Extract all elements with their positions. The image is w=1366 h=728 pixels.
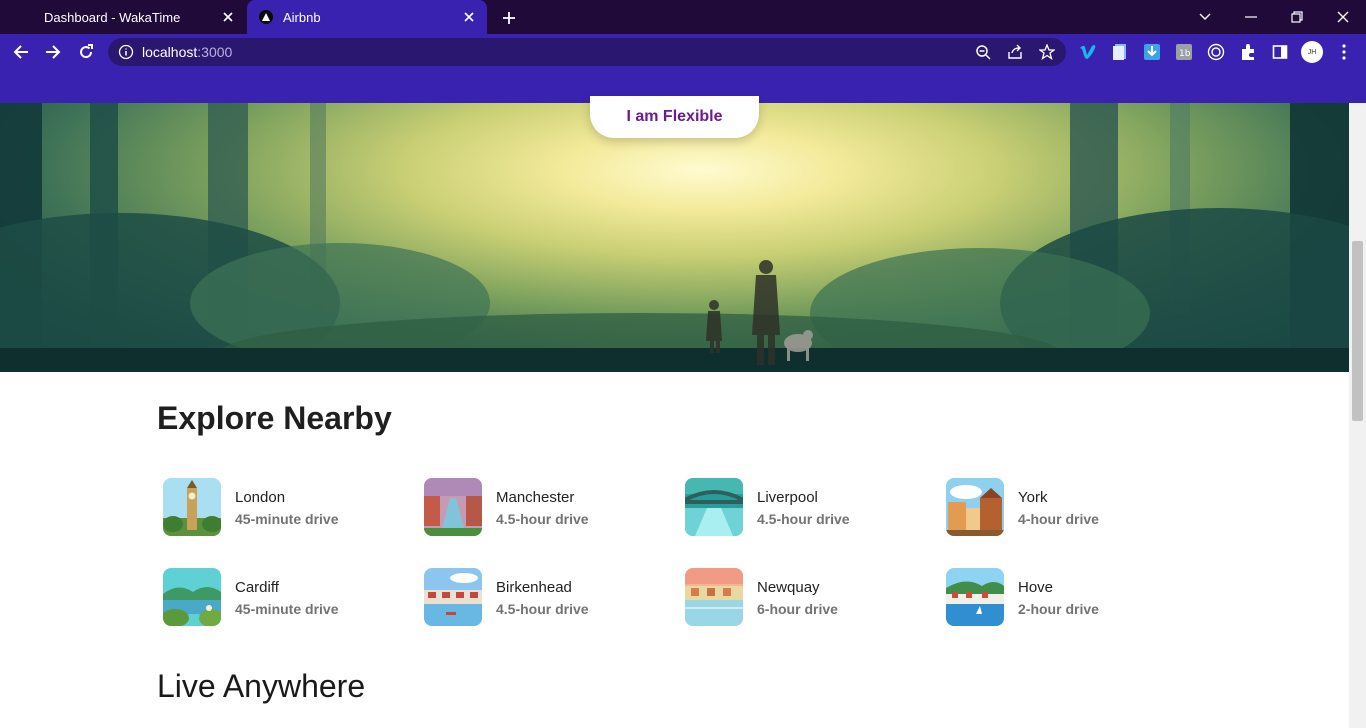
close-window-icon[interactable] xyxy=(1332,6,1354,28)
live-anywhere-title: Live Anywhere xyxy=(157,668,366,704)
tab-airbnb[interactable]: Airbnb xyxy=(247,0,487,34)
seaside-village-thumbnail xyxy=(946,568,1004,626)
address-bar[interactable]: localhost:3000 xyxy=(108,38,1066,66)
hero-banner xyxy=(0,103,1349,372)
location-name: Cardiff xyxy=(235,579,279,596)
location-distance: 6-hour drive xyxy=(757,601,838,617)
explore-card-hove[interactable]: Hove 2-hour drive xyxy=(940,568,1180,628)
reload-icon[interactable] xyxy=(75,41,97,63)
location-name: Hove xyxy=(1018,579,1054,596)
docs-extension-icon[interactable] xyxy=(1110,42,1130,62)
tab-title: Dashboard - WakaTime xyxy=(44,9,181,25)
location-distance: 4.5-hour drive xyxy=(496,601,589,617)
site-info-icon[interactable] xyxy=(118,44,134,60)
close-tab-icon[interactable] xyxy=(461,9,477,25)
explore-card-newquay[interactable]: Newquay 6-hour drive xyxy=(679,568,919,628)
location-distance: 45-minute drive xyxy=(235,601,339,617)
big-ben-thumbnail xyxy=(163,478,221,536)
extensions-puzzle-icon[interactable] xyxy=(1238,42,1258,62)
flexible-button[interactable]: I am Flexible xyxy=(590,96,759,138)
explore-card-york[interactable]: York 4-hour drive xyxy=(940,478,1180,538)
wakatime-favicon-icon xyxy=(20,10,34,24)
explore-card-cardiff[interactable]: Cardiff 45-minute drive xyxy=(157,568,397,628)
forest-illustration xyxy=(0,103,1349,372)
explore-card-london[interactable]: London 45-minute drive xyxy=(157,478,397,538)
restore-icon[interactable] xyxy=(1286,6,1308,28)
url-text: localhost:3000 xyxy=(142,44,233,60)
new-tab-plus-icon[interactable] xyxy=(498,7,520,29)
location-name: York xyxy=(1018,489,1048,506)
lake-hills-thumbnail xyxy=(163,568,221,626)
target-extension-icon[interactable] xyxy=(1206,42,1226,62)
tab-extension-icon[interactable]: 1b xyxy=(1174,42,1194,62)
location-name: Newquay xyxy=(757,579,820,596)
old-town-thumbnail xyxy=(946,478,1004,536)
scrollbar-thumb[interactable] xyxy=(1352,241,1363,421)
sunset-coast-thumbnail xyxy=(685,568,743,626)
download-extension-icon[interactable] xyxy=(1142,42,1162,62)
location-name: Liverpool xyxy=(757,489,818,506)
share-icon[interactable] xyxy=(1006,43,1024,61)
bridge-river-thumbnail xyxy=(685,478,743,536)
profile-avatar[interactable]: JH xyxy=(1301,41,1323,63)
location-name: Manchester xyxy=(496,489,575,506)
location-name: Birkenhead xyxy=(496,579,572,596)
canal-dusk-thumbnail xyxy=(424,478,482,536)
tab-search-chevron-icon[interactable] xyxy=(1194,6,1216,28)
location-distance: 4-hour drive xyxy=(1018,511,1099,527)
minimize-icon[interactable] xyxy=(1240,6,1262,28)
side-panel-icon[interactable] xyxy=(1270,42,1290,62)
page-scrollbar[interactable] xyxy=(1349,103,1366,728)
explore-nearby-title: Explore Nearby xyxy=(157,400,392,436)
airbnb-favicon-icon xyxy=(259,10,273,24)
tab-wakatime[interactable]: Dashboard - WakaTime xyxy=(8,0,246,34)
bookmark-star-icon[interactable] xyxy=(1038,43,1056,61)
zoom-icon[interactable] xyxy=(974,43,992,61)
vimeo-extension-icon[interactable] xyxy=(1078,42,1098,62)
location-distance: 4.5-hour drive xyxy=(757,511,850,527)
location-name: London xyxy=(235,489,286,506)
svg-text:1b: 1b xyxy=(1179,49,1191,59)
explore-card-birkenhead[interactable]: Birkenhead 4.5-hour drive xyxy=(418,568,658,628)
browser-tabstrip: Dashboard - WakaTime Airbnb xyxy=(0,0,1366,34)
close-tab-icon[interactable] xyxy=(220,9,236,25)
forward-arrow-icon[interactable] xyxy=(42,41,64,63)
location-distance: 45-minute drive xyxy=(235,511,339,527)
harbour-thumbnail xyxy=(424,568,482,626)
explore-card-liverpool[interactable]: Liverpool 4.5-hour drive xyxy=(679,478,919,538)
back-arrow-icon[interactable] xyxy=(10,41,32,63)
location-distance: 4.5-hour drive xyxy=(496,511,589,527)
explore-card-manchester[interactable]: Manchester 4.5-hour drive xyxy=(418,478,658,538)
location-distance: 2-hour drive xyxy=(1018,601,1099,617)
tab-title: Airbnb xyxy=(283,9,321,25)
browser-menu-kebab-icon[interactable] xyxy=(1334,42,1354,62)
